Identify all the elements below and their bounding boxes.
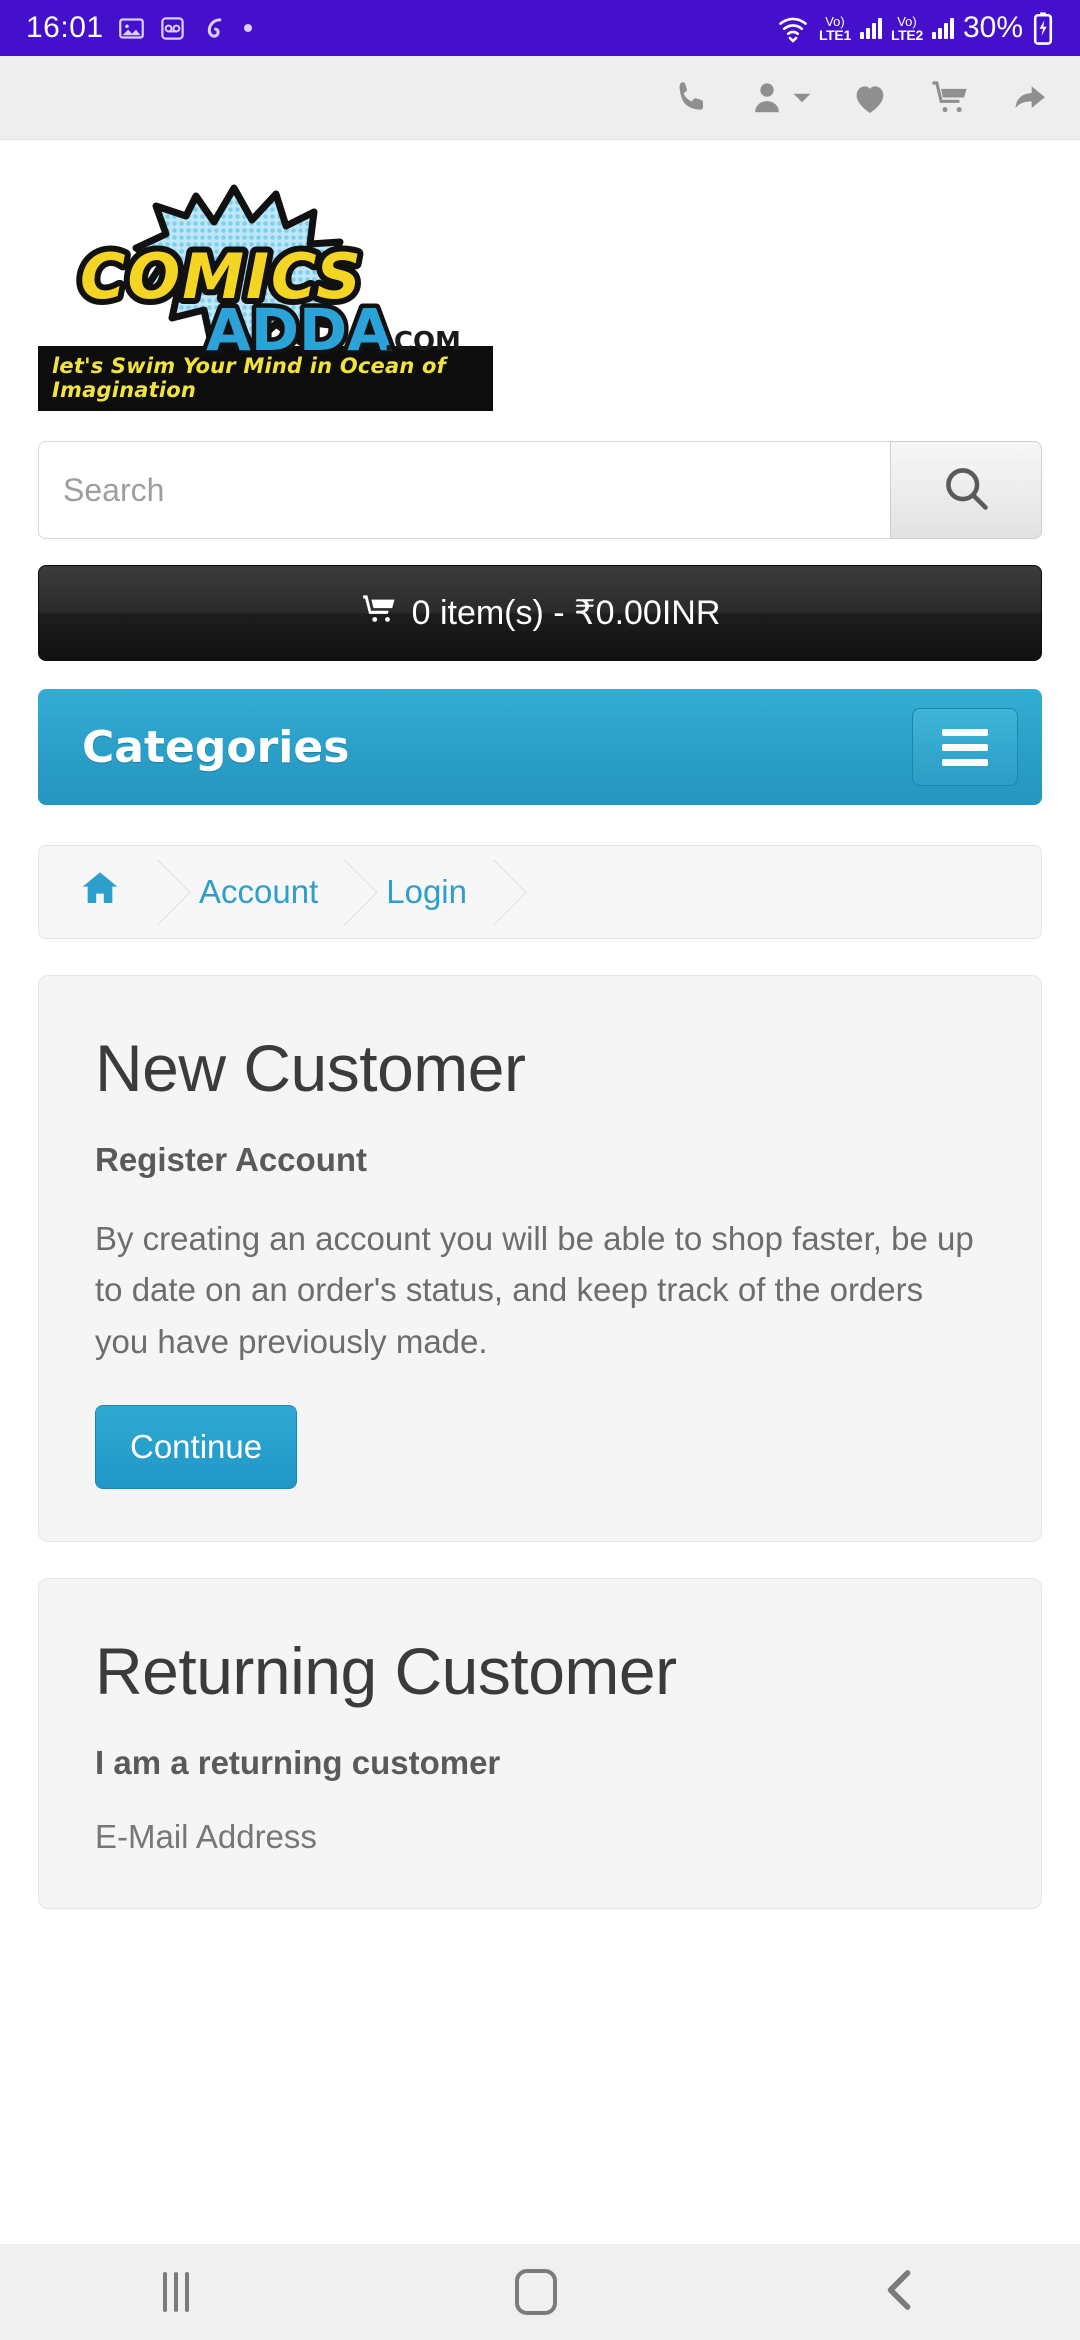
search-bar bbox=[38, 441, 1042, 539]
shopping-cart-icon[interactable] bbox=[928, 78, 972, 118]
returning-customer-subheading: I am a returning customer bbox=[95, 1744, 501, 1782]
returning-customer-panel: Returning Customer I am a returning cust… bbox=[38, 1577, 1042, 1910]
checkout-arrow-icon[interactable] bbox=[1008, 78, 1052, 118]
breadcrumb-home[interactable] bbox=[39, 846, 165, 938]
volte-1-label: LTE1 bbox=[818, 26, 851, 43]
cart-total-button[interactable]: 0 item(s) - ₹0.00INR bbox=[38, 565, 1042, 661]
heart-wishlist-icon[interactable] bbox=[848, 78, 892, 118]
back-button-icon[interactable] bbox=[883, 2267, 917, 2318]
register-account-subheading: Register Account bbox=[95, 1141, 367, 1179]
email-address-label: E-Mail Address bbox=[95, 1818, 317, 1856]
svg-text:.COM: .COM bbox=[384, 327, 461, 357]
breadcrumb: Account Login bbox=[38, 845, 1042, 939]
breadcrumb-account[interactable]: Account bbox=[165, 846, 352, 938]
android-status-bar: 16:01 Vo) LTE1 Vo) LTE2 30% bbox=[0, 0, 1080, 56]
svg-text:ADDA: ADDA bbox=[206, 296, 392, 358]
wifi-icon bbox=[776, 13, 810, 43]
status-bar-left: 16:01 bbox=[26, 11, 254, 45]
volte-2-label: LTE2 bbox=[890, 26, 923, 43]
android-nav-bar bbox=[0, 2244, 1080, 2340]
recent-apps-icon[interactable] bbox=[163, 2272, 189, 2312]
signal-bars-2-icon bbox=[931, 17, 954, 39]
phone-icon[interactable] bbox=[672, 78, 712, 118]
user-account-icon[interactable] bbox=[748, 78, 812, 118]
continue-button[interactable]: Continue bbox=[95, 1404, 298, 1489]
new-customer-description: By creating an account you will be able … bbox=[95, 1220, 974, 1360]
volte-1-voice: Vo) bbox=[825, 13, 845, 29]
site-header: COMICS COMICS ADDA ADDA .COM let's Swim … bbox=[0, 140, 1080, 411]
categories-bar[interactable]: Categories bbox=[38, 689, 1042, 805]
logo-graphic: COMICS COMICS ADDA ADDA .COM bbox=[38, 178, 1042, 358]
search-input[interactable] bbox=[38, 441, 890, 539]
search-icon bbox=[940, 462, 992, 519]
battery-charging-icon bbox=[1032, 11, 1054, 45]
volte-2-indicator: Vo) LTE2 bbox=[891, 15, 923, 42]
airtel-icon bbox=[200, 14, 228, 42]
status-bar-clock: 16:01 bbox=[26, 11, 104, 44]
site-logo[interactable]: COMICS COMICS ADDA ADDA .COM let's Swim … bbox=[38, 178, 1042, 411]
new-customer-panel: New Customer Register Account By creatin… bbox=[38, 975, 1042, 1542]
volte-1-indicator: Vo) LTE1 bbox=[819, 15, 851, 42]
battery-percent-label: 30% bbox=[962, 11, 1023, 44]
home-button-icon[interactable] bbox=[515, 2269, 557, 2315]
status-bar-right: Vo) LTE1 Vo) LTE2 30% bbox=[776, 11, 1054, 45]
site-utility-bar bbox=[0, 56, 1080, 140]
voicemail-icon bbox=[159, 15, 186, 42]
home-icon bbox=[79, 868, 121, 916]
hamburger-menu-icon[interactable] bbox=[912, 708, 1018, 786]
dot-icon bbox=[242, 22, 254, 34]
returning-customer-heading: Returning Customer bbox=[95, 1633, 677, 1708]
signal-bars-1-icon bbox=[859, 17, 882, 39]
new-customer-heading: New Customer bbox=[95, 1031, 526, 1105]
chevron-down-icon bbox=[793, 93, 811, 102]
categories-title: Categories bbox=[82, 721, 350, 773]
shopping-cart-icon bbox=[360, 592, 398, 635]
image-icon bbox=[118, 15, 145, 42]
search-button[interactable] bbox=[890, 441, 1042, 539]
volte-2-voice: Vo) bbox=[897, 13, 917, 29]
cart-summary-label: 0 item(s) - ₹0.00INR bbox=[411, 594, 721, 632]
